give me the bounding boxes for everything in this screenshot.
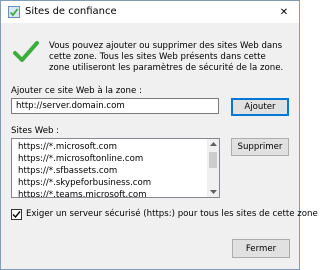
remove-button[interactable]: Supprimer	[231, 138, 289, 156]
add-button[interactable]: Ajouter	[231, 98, 289, 116]
scroll-up-arrow-icon[interactable]	[207, 139, 219, 149]
list-item[interactable]: https://*.sfbassets.com	[18, 166, 117, 176]
close-icon: ✕	[279, 6, 289, 18]
list-item[interactable]: https://*.microsoft.com	[18, 142, 117, 152]
add-site-label: Ajouter ce site Web à la zone :	[11, 86, 142, 96]
list-item[interactable]: https://*.microsoftonline.com	[18, 154, 143, 164]
trusted-sites-dialog: Sites de confiance ✕ Vous pouvez ajouter…	[0, 0, 318, 270]
scroll-down-arrow-icon[interactable]	[207, 187, 219, 197]
window-title: Sites de confiance	[25, 6, 117, 17]
scroll-thumb[interactable]	[209, 152, 217, 168]
list-item[interactable]: https://*.teams.microsoft.com	[18, 190, 147, 197]
close-window-button[interactable]: ✕	[269, 1, 299, 23]
add-site-input[interactable]	[11, 98, 219, 114]
title-bar[interactable]: Sites de confiance ✕	[1, 1, 299, 23]
checkmark-icon	[13, 41, 39, 62]
list-item[interactable]: https://*.skypeforbusiness.com	[18, 178, 151, 188]
list-scrollbar[interactable]	[207, 139, 219, 197]
require-https-checkbox[interactable]	[11, 209, 22, 220]
trusted-sites-icon	[8, 6, 20, 18]
websites-label: Sites Web :	[11, 126, 60, 136]
close-button[interactable]: Fermer	[232, 239, 290, 258]
checkbox-check-icon	[12, 211, 21, 219]
intro-text: Vous pouvez ajouter ou supprimer des sit…	[49, 41, 284, 73]
websites-list[interactable]: https://*.microsoft.com https://*.micros…	[11, 138, 220, 198]
require-https-label[interactable]: Exiger un serveur sécurisé (https:) pour…	[26, 209, 318, 219]
